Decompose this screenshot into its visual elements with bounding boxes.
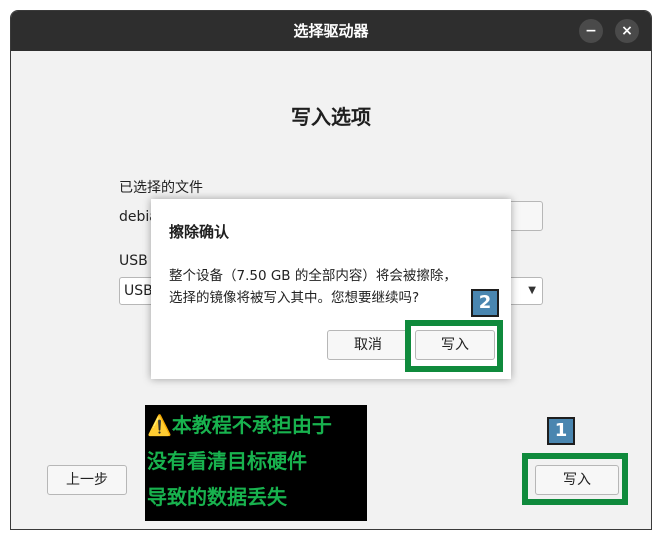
step-badge-1: 1	[547, 417, 575, 445]
warning-line-2: 没有看清目标硬件	[147, 449, 307, 473]
warning-line-1: 本教程不承担由于	[171, 413, 332, 437]
usb-label: USB	[119, 253, 148, 269]
warning-line-3: 导致的数据丢失	[147, 485, 287, 509]
confirm-write-button[interactable]: 写入	[415, 330, 495, 360]
previous-button[interactable]: 上一步	[47, 465, 127, 495]
title-bar: 选择驱动器 − ×	[11, 11, 651, 51]
dialog-message-line-1: 整个设备（7.50 GB 的全部内容）将会被擦除，	[169, 268, 457, 284]
selected-file-label: 已选择的文件	[119, 180, 203, 196]
close-icon[interactable]: ×	[615, 19, 639, 43]
dialog-message-line-2: 选择的镜像将被写入其中。您想要继续吗?	[169, 290, 420, 306]
dropdown-arrow-icon[interactable]: ▼	[528, 278, 536, 304]
window-title: 选择驱动器	[293, 22, 369, 40]
page-title: 写入选项	[291, 105, 371, 129]
minimize-icon[interactable]: −	[579, 19, 603, 43]
dialog-message: 整个设备（7.50 GB 的全部内容）将会被擦除， 选择的镜像将被写入其中。您想…	[169, 265, 457, 309]
dialog-title: 擦除确认	[169, 223, 230, 241]
write-button[interactable]: 写入	[535, 465, 619, 495]
erase-confirm-dialog: 擦除确认 整个设备（7.50 GB 的全部内容）将会被擦除， 选择的镜像将被写入…	[151, 199, 511, 379]
warning-notice: ⚠️本教程不承担由于 没有看清目标硬件 导致的数据丢失	[145, 405, 367, 521]
step-badge-2: 2	[471, 289, 499, 317]
warning-icon: ⚠️	[147, 413, 172, 437]
usb-select-value: USB	[124, 283, 153, 299]
cancel-button[interactable]: 取消	[327, 330, 409, 360]
